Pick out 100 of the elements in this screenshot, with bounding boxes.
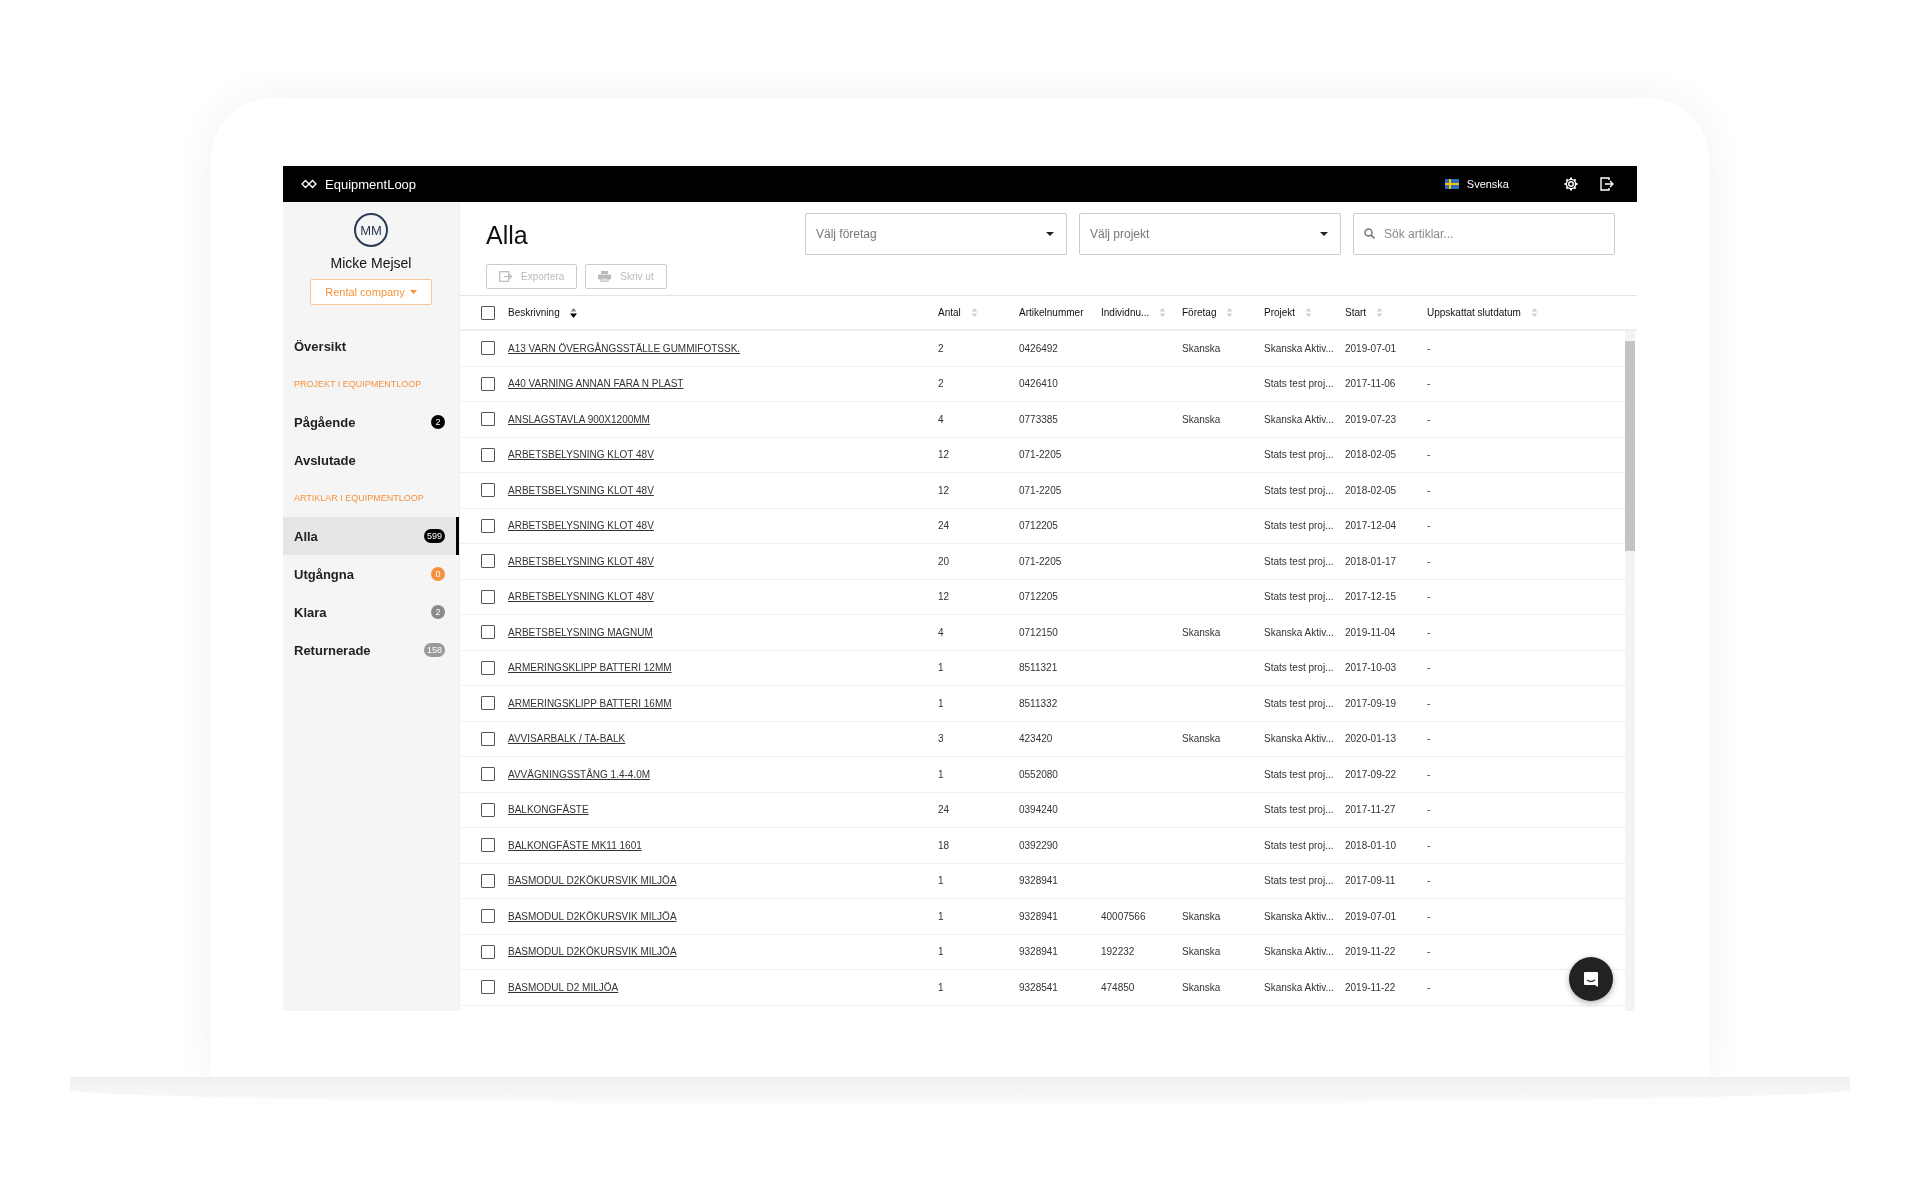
quantity-cell: 1 (938, 875, 944, 887)
logout-icon[interactable] (1599, 176, 1615, 192)
row-checkbox[interactable] (481, 838, 495, 853)
column-header[interactable]: Företag (1182, 307, 1234, 318)
row-checkbox[interactable] (481, 767, 495, 782)
end-date-cell: - (1427, 910, 1431, 922)
row-checkbox[interactable] (481, 625, 495, 640)
description-link[interactable]: ARBETSBELYSNING KLOT 48V (508, 484, 654, 496)
row-checkbox[interactable] (481, 447, 495, 462)
column-header[interactable]: Beskrivning (508, 307, 577, 318)
end-date-cell: - (1427, 697, 1431, 709)
nav-item[interactable]: Pågående 2 (283, 403, 459, 441)
row-checkbox[interactable] (481, 873, 495, 888)
company-cell: Skanska (1182, 413, 1221, 425)
row-checkbox[interactable] (481, 731, 495, 746)
start-date-cell: 2019-07-01 (1345, 342, 1397, 354)
quantity-cell: 4 (938, 413, 944, 425)
row-checkbox[interactable] (481, 483, 495, 498)
article-number-cell: 071-2205 (1019, 484, 1062, 496)
description-link[interactable]: AVVÄGNINGSSTÅNG 1.4-4.0M (508, 768, 651, 780)
end-date-cell: - (1427, 733, 1431, 745)
row-checkbox[interactable] (481, 412, 495, 427)
search-field[interactable]: Sök artiklar... (1353, 213, 1615, 255)
description-link[interactable]: ARBETSBELYSNING MAGNUM (508, 626, 653, 638)
start-date-cell: 2017-09-11 (1345, 875, 1396, 887)
nav-item[interactable]: Avslutade (283, 441, 459, 479)
column-header[interactable]: Start (1345, 307, 1384, 318)
description-link[interactable]: ARBETSBELYSNING KLOT 48V (508, 555, 654, 567)
row-checkbox[interactable] (481, 802, 495, 817)
settings-icon[interactable] (1563, 176, 1579, 192)
description-link[interactable]: ARMERINGSKLIPP BATTERI 16MM (508, 697, 672, 709)
description-link[interactable]: BALKONGFÄSTE MK11 1601 (508, 839, 642, 851)
article-number-cell: 0392290 (1019, 839, 1058, 851)
description-link[interactable]: ARBETSBELYSNING KLOT 48V (508, 449, 654, 461)
caret-icon (409, 290, 417, 294)
sort-icon (1305, 307, 1313, 318)
description-link[interactable]: BALKONGFÄSTE (508, 804, 589, 816)
description-link[interactable]: ARMERINGSKLIPP BATTERI 12MM (508, 662, 672, 674)
company-cell: Skanska (1182, 733, 1221, 745)
description-link[interactable]: A13 VARN ÖVERGÅNGSSTÄLLE GUMMIFOTSSK. (508, 342, 741, 354)
column-header[interactable]: Artikelnummer (1019, 307, 1084, 318)
nav-item[interactable]: Översikt (283, 327, 459, 365)
project-cell: Stats test proj... (1264, 804, 1334, 816)
column-header[interactable]: Uppskattat slutdatum (1427, 307, 1538, 318)
column-header[interactable]: Antal (938, 307, 978, 318)
start-date-cell: 2019-07-01 (1345, 910, 1397, 922)
end-date-cell: - (1427, 768, 1431, 780)
row-checkbox[interactable] (481, 554, 495, 569)
description-link[interactable]: A40 VARNING ANNAN FARA N PLAST (508, 378, 684, 390)
start-date-cell: 2018-01-10 (1345, 839, 1397, 851)
description-link[interactable]: BASMODUL D2 MILJÖA (508, 981, 619, 993)
description-link[interactable]: BASMODUL D2KÖKURSVIK MILJÖA (508, 875, 677, 887)
end-date-cell: - (1427, 342, 1431, 354)
description-link[interactable]: AVVISARBALK / TA-BALK (508, 733, 626, 745)
quantity-cell: 1 (938, 981, 944, 993)
column-header[interactable]: Projekt (1264, 307, 1313, 318)
scrollbar[interactable] (1625, 331, 1635, 1011)
page-title: Alla (486, 221, 529, 250)
row-checkbox[interactable] (481, 376, 495, 391)
quantity-cell: 20 (938, 555, 950, 567)
export-icon (499, 271, 512, 282)
article-number-cell: 071-2205 (1019, 449, 1062, 461)
project-select[interactable]: Välj projekt (1079, 213, 1341, 255)
description-link[interactable]: BASMODUL D2KÖKURSVIK MILJÖA (508, 910, 677, 922)
sort-icon (970, 307, 978, 318)
project-cell: Stats test proj... (1264, 662, 1334, 674)
logo-icon (301, 179, 317, 189)
description-link[interactable]: ARBETSBELYSNING KLOT 48V (508, 591, 654, 603)
language-selector[interactable]: Svenska (1466, 178, 1509, 190)
description-link[interactable]: ARBETSBELYSNING KLOT 48V (508, 520, 654, 532)
end-date-cell: - (1427, 626, 1431, 638)
individual-number-cell: 474850 (1101, 981, 1135, 993)
row-checkbox[interactable] (481, 944, 495, 959)
project-cell: Skanska Aktiv... (1264, 413, 1334, 425)
select-all-checkbox[interactable] (481, 305, 495, 320)
sort-icon (1376, 307, 1384, 318)
description-link[interactable]: BASMODUL D2KÖKURSVIK MILJÖA (508, 946, 677, 958)
article-number-cell: 0773385 (1019, 413, 1058, 425)
count-badge: 158 (423, 643, 445, 657)
article-number-cell: 9328941 (1019, 946, 1058, 958)
row-checkbox[interactable] (481, 660, 495, 675)
company-cell: Skanska (1182, 981, 1221, 993)
nav-item[interactable]: Alla 599 (283, 517, 459, 555)
article-number-cell: 9328941 (1019, 910, 1058, 922)
row-checkbox[interactable] (481, 518, 495, 533)
chat-button[interactable] (1569, 957, 1613, 1001)
nav-item[interactable]: Utgångna 0 (283, 555, 459, 593)
project-cell: Stats test proj... (1264, 839, 1334, 851)
company-select[interactable]: Välj företag (805, 213, 1067, 255)
count-badge: 2 (431, 415, 445, 429)
row-checkbox[interactable] (481, 589, 495, 604)
column-header[interactable]: Individnu... (1101, 307, 1167, 318)
description-link[interactable]: ANSLAGSTAVLA 900X1200MM (508, 413, 650, 425)
project-cell: Stats test proj... (1264, 520, 1334, 532)
row-checkbox[interactable] (481, 696, 495, 711)
row-checkbox[interactable] (481, 909, 495, 924)
row-checkbox[interactable] (481, 341, 495, 356)
row-checkbox[interactable] (481, 980, 495, 995)
nav-item[interactable]: Klara 2 (283, 593, 459, 631)
nav-item[interactable]: Returnerade 158 (283, 631, 459, 669)
